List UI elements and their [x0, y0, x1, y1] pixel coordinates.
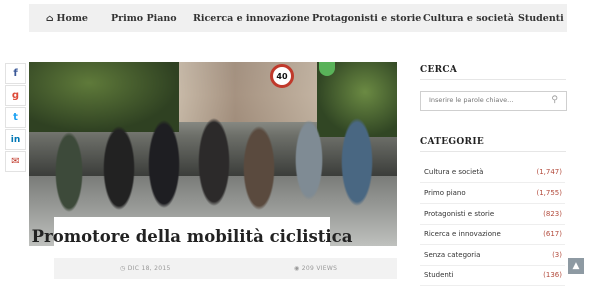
main-nav: ⌂ Home Primo Piano Ricerca e innovazione …	[29, 4, 567, 32]
category-item-senza-categoria[interactable]: Senza categoria (3)	[420, 245, 565, 266]
category-item-cultura-societa[interactable]: Cultura e società (1,747)	[420, 162, 565, 183]
category-item-primo-piano[interactable]: Primo piano (1,755)	[420, 183, 565, 204]
eye-icon: ◉	[294, 265, 300, 272]
category-item-protagonisti-storie[interactable]: Protagonisti e storie (823)	[420, 204, 565, 225]
category-count: (1,755)	[536, 189, 562, 197]
category-count: (823)	[543, 210, 562, 218]
twitter-share-button[interactable]: t	[5, 107, 26, 128]
divider	[420, 79, 566, 80]
category-label: Ricerca e innovazione	[424, 230, 501, 238]
nav-item-home[interactable]: ⌂ Home	[46, 13, 88, 24]
category-label: Cultura e società	[424, 168, 484, 176]
twitter-icon: t	[13, 112, 18, 123]
search-icon[interactable]: ⚲	[551, 95, 558, 105]
search-heading: CERCA	[420, 65, 458, 75]
email-share-button[interactable]: ✉	[5, 151, 26, 172]
post-title[interactable]: Promotore della mobilità ciclistica	[32, 227, 353, 246]
category-count: (1,747)	[536, 168, 562, 176]
post-date-text: DIC 18, 2015	[127, 265, 171, 272]
categories-heading: CATEGORIE	[420, 137, 484, 147]
post-meta-bar: ◷ DIC 18, 2015 ◉ 209 VIEWS	[54, 258, 397, 279]
facebook-icon: f	[13, 68, 18, 79]
category-count: (3)	[552, 251, 562, 259]
category-label: Studenti	[424, 271, 454, 279]
linkedin-share-button[interactable]: in	[5, 129, 26, 150]
google-plus-icon: g	[11, 90, 20, 101]
post-title-box: Promotore della mobilità ciclistica	[32, 217, 352, 255]
nav-item-studenti[interactable]: Studenti	[518, 13, 564, 24]
category-item-studenti[interactable]: Studenti (136)	[420, 265, 565, 286]
category-count: (617)	[543, 230, 562, 238]
clock-icon: ◷	[120, 265, 126, 272]
nav-item-primo-piano[interactable]: Primo Piano	[111, 13, 177, 24]
category-label: Primo piano	[424, 189, 466, 197]
social-share-bar: f g t in ✉	[5, 63, 26, 173]
divider	[420, 151, 566, 152]
email-icon: ✉	[11, 156, 20, 167]
nav-item-protagonisti-storie[interactable]: Protagonisti e storie	[312, 13, 421, 24]
linkedin-icon: in	[10, 134, 21, 145]
cyclists-crowd	[39, 102, 397, 232]
google-plus-share-button[interactable]: g	[5, 85, 26, 106]
category-label: Senza categoria	[424, 251, 481, 259]
search-input[interactable]	[421, 92, 547, 108]
post-views: ◉ 209 VIEWS	[294, 265, 337, 272]
back-to-top-button[interactable]: ▲	[568, 258, 584, 274]
category-item-ricerca-innovazione[interactable]: Ricerca e innovazione (617)	[420, 224, 565, 245]
nav-item-cultura-societa[interactable]: Cultura e società	[423, 13, 514, 24]
nav-item-ricerca-innovazione[interactable]: Ricerca e innovazione	[193, 13, 310, 24]
post-views-text: 209 VIEWS	[301, 265, 338, 272]
speed-limit-sign: 40	[270, 64, 294, 88]
chevron-up-icon: ▲	[572, 261, 580, 271]
facebook-share-button[interactable]: f	[5, 63, 26, 84]
nav-item-label: Home	[56, 13, 88, 24]
category-count: (136)	[543, 271, 562, 279]
post-date: ◷ DIC 18, 2015	[120, 265, 171, 272]
search-box: ⚲	[420, 91, 567, 111]
category-label: Protagonisti e storie	[424, 210, 495, 218]
home-icon: ⌂	[46, 14, 54, 24]
